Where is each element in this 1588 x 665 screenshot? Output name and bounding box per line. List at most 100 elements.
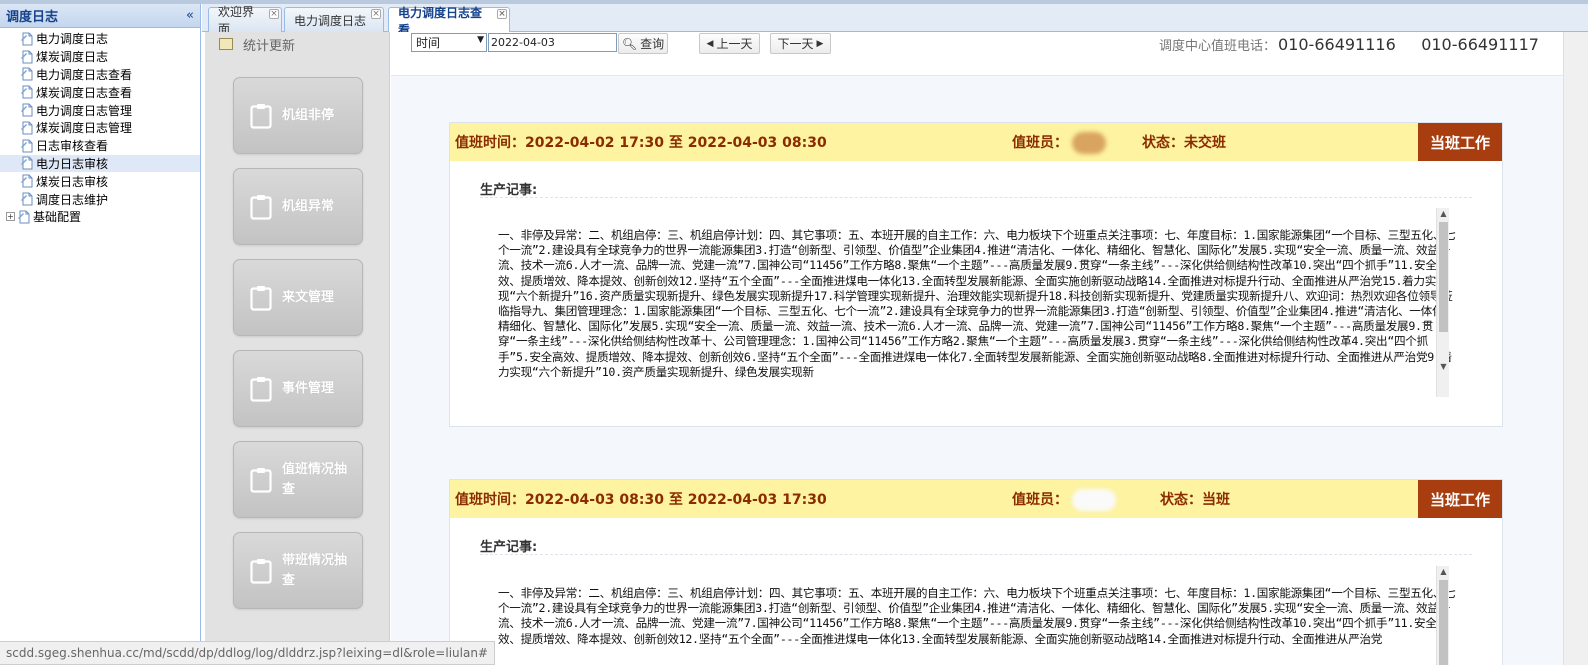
clipboard-icon bbox=[250, 376, 272, 402]
tree-item-label: 煤炭调度日志 bbox=[36, 50, 109, 65]
side-menu-button[interactable]: 机组非停 bbox=[233, 77, 363, 154]
document-icon bbox=[20, 85, 34, 99]
document-icon bbox=[20, 156, 34, 170]
search-button[interactable]: 🔍︎ 查询 bbox=[618, 33, 668, 54]
next-day-button[interactable]: 下一天 ▶ bbox=[770, 33, 831, 54]
stat-update-button[interactable]: 统计更新 bbox=[219, 34, 295, 54]
side-menu-button-label: 机组非停 bbox=[282, 107, 335, 123]
production-notes-text[interactable]: 一、非停及异常：二、机组启停：三、机组启停计划：四、其它事项：五、本班开展的自主… bbox=[498, 586, 1456, 665]
document-icon bbox=[20, 32, 34, 46]
chevron-left-icon: ◀ bbox=[706, 38, 714, 49]
tree-item-label: 日志审核查看 bbox=[36, 139, 109, 154]
scroll-up-icon[interactable]: ▲ bbox=[1437, 566, 1450, 578]
side-menu-button[interactable]: 带班情况抽查 bbox=[233, 532, 363, 609]
page-scrollbar[interactable] bbox=[1563, 32, 1588, 665]
filter-type-select[interactable]: 时间 ▼ bbox=[411, 33, 487, 52]
tree-item[interactable]: 电力日志审核 bbox=[0, 154, 200, 173]
tree-item-label: 煤炭调度日志管理 bbox=[36, 121, 133, 136]
tree-item-label: 电力日志审核 bbox=[36, 156, 109, 171]
production-notes-label: 生产记事: bbox=[480, 183, 538, 198]
tree-item[interactable]: 电力调度日志管理 bbox=[0, 101, 200, 119]
close-icon[interactable]: × bbox=[269, 9, 279, 19]
expand-icon[interactable]: + bbox=[6, 212, 15, 222]
document-icon bbox=[20, 103, 34, 117]
document-icon bbox=[20, 139, 34, 153]
document-icon bbox=[20, 121, 34, 135]
tree-item[interactable]: 煤炭调度日志查看 bbox=[0, 83, 200, 101]
hotline-numbers: 010-66491116 010-66491117 bbox=[1278, 35, 1539, 54]
duty-card-header: 值班时间：2022-04-03 08:30 至 2022-04-03 17:30… bbox=[450, 480, 1502, 518]
scroll-thumb[interactable] bbox=[1439, 580, 1448, 665]
tab[interactable]: 电力调度日志 × bbox=[284, 7, 384, 32]
on-duty-work-button[interactable]: 当班工作 bbox=[1418, 480, 1502, 518]
scroll-up-icon[interactable]: ▲ bbox=[1437, 208, 1450, 220]
clipboard-icon bbox=[250, 103, 272, 129]
search-button-label: 查询 bbox=[640, 37, 665, 51]
nav-tree: 电力调度日志 煤炭调度日志电力调度日志查看 煤炭调度日志查看 电力调度日志管理 煤炭调度… bbox=[0, 28, 200, 226]
document-icon bbox=[20, 50, 34, 64]
duty-person-redacted bbox=[1072, 489, 1116, 511]
chevron-right-icon: ▶ bbox=[816, 38, 824, 49]
side-menu-button[interactable]: 事件管理 bbox=[233, 350, 363, 427]
duty-card: 值班时间：2022-04-03 08:30 至 2022-04-03 17:30… bbox=[449, 479, 1503, 665]
duty-card: 值班时间：2022-04-02 17:30 至 2022-04-03 08:30… bbox=[449, 122, 1503, 427]
tree-item-label: 电力调度日志管理 bbox=[36, 103, 133, 118]
duty-card-header: 值班时间：2022-04-02 17:30 至 2022-04-03 08:30… bbox=[450, 123, 1502, 161]
side-menu-button[interactable]: 值班情况抽查 bbox=[233, 441, 363, 518]
scroll-thumb[interactable] bbox=[1439, 222, 1448, 332]
on-duty-work-button[interactable]: 当班工作 bbox=[1418, 123, 1502, 161]
side-menu-button[interactable]: 来文管理 bbox=[233, 259, 363, 336]
tab[interactable]: 电力调度日志查看 × bbox=[388, 6, 510, 37]
side-menu-button[interactable]: 机组异常 bbox=[233, 168, 363, 245]
tree-item[interactable]: 电力调度日志查看 bbox=[0, 66, 200, 84]
duty-status: 状态：未交班 bbox=[1142, 135, 1226, 151]
tree-item-base-config[interactable]: + 基础配置 bbox=[0, 208, 200, 226]
date-input[interactable]: 2022-04-03 bbox=[488, 33, 617, 52]
tab-label: 电力调度日志 bbox=[294, 13, 367, 28]
tree-item[interactable]: 煤炭调度日志管理 bbox=[0, 119, 200, 137]
tree-item-label: 电力调度日志查看 bbox=[36, 67, 133, 82]
production-notes-text[interactable]: 一、非停及异常：二、机组启停：三、机组启停计划：四、其它事项：五、本班开展的自主… bbox=[498, 228, 1456, 395]
tree-item-label: 煤炭日志审核 bbox=[36, 174, 109, 189]
tree-item[interactable]: 调度日志维护 bbox=[0, 190, 200, 208]
collapse-icon[interactable]: « bbox=[186, 8, 194, 23]
tree-item-label: 煤炭调度日志查看 bbox=[36, 85, 133, 100]
stat-update-label: 统计更新 bbox=[243, 38, 296, 54]
close-icon[interactable]: × bbox=[371, 9, 381, 19]
side-menu: 统计更新 机组非停机组异常来文管理事件管理值班情况抽查 带班情况抽查 bbox=[205, 32, 390, 665]
notes-scrollbar[interactable]: ▲ bbox=[1436, 566, 1449, 665]
chevron-down-icon: ▼ bbox=[477, 35, 484, 45]
toolbar: 时间 ▼ 2022-04-03 🔍︎ 查询 ◀ 上一天 下一天 ▶ 调度中心值班… bbox=[391, 32, 1563, 76]
side-menu-button-label: 带班情况抽查 bbox=[282, 552, 348, 588]
production-notes-label: 生产记事: bbox=[480, 540, 538, 555]
folder-icon bbox=[17, 210, 31, 224]
duty-person-label: 值班员： bbox=[1012, 492, 1068, 508]
tree-item[interactable]: 煤炭日志审核 bbox=[0, 172, 200, 190]
close-icon[interactable]: × bbox=[497, 9, 507, 19]
duty-person-redacted bbox=[1072, 132, 1106, 154]
filter-type-value: 时间 bbox=[416, 36, 441, 50]
duty-time: 值班时间：2022-04-03 08:30 至 2022-04-03 17:30 bbox=[455, 492, 827, 508]
document-icon bbox=[20, 67, 34, 81]
left-nav-panel: 调度日志 « 电力调度日志 煤炭调度日志电力调度日志查看 煤炭调度日志查看 电力调度日… bbox=[0, 4, 201, 665]
side-menu-button-label: 值班情况抽查 bbox=[282, 461, 348, 497]
prev-day-button[interactable]: ◀ 上一天 bbox=[699, 33, 760, 54]
tab[interactable]: 欢迎界面 × bbox=[208, 5, 282, 36]
tree-item[interactable]: 煤炭调度日志 bbox=[0, 48, 200, 66]
tab-bar: 欢迎界面 × 电力调度日志 × 电力调度日志查看 × bbox=[202, 4, 1588, 37]
clipboard-icon bbox=[250, 558, 272, 584]
tree-item-label: 基础配置 bbox=[33, 210, 82, 225]
prev-day-label: 上一天 bbox=[716, 37, 753, 51]
tree-item-label: 电力调度日志 bbox=[36, 32, 109, 47]
hotline: 调度中心值班电话： 010-66491116 010-66491117 bbox=[1159, 35, 1539, 54]
clipboard-icon bbox=[250, 285, 272, 311]
search-icon: 🔍︎ bbox=[621, 36, 638, 51]
clipboard-icon bbox=[250, 194, 272, 220]
tree-item[interactable]: 电力调度日志 bbox=[0, 30, 200, 48]
side-menu-button-label: 来文管理 bbox=[282, 289, 335, 305]
nav-panel-title: 调度日志 bbox=[6, 10, 59, 25]
scroll-down-icon[interactable]: ▼ bbox=[1437, 361, 1450, 373]
side-menu-button-label: 事件管理 bbox=[282, 380, 335, 396]
notes-scrollbar[interactable]: ▲ ▼ bbox=[1436, 208, 1449, 397]
tree-item[interactable]: 日志审核查看 bbox=[0, 137, 200, 155]
